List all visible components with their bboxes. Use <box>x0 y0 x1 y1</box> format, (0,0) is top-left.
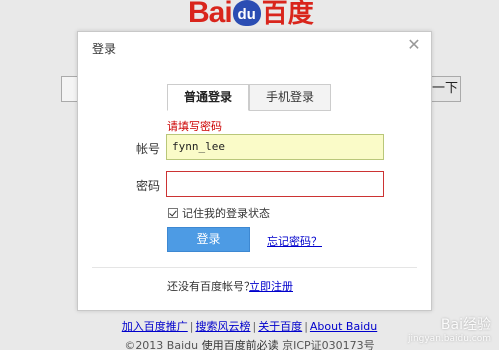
login-dialog: 登录 ✕ 普通登录 手机登录 请填写密码 帐号 fynn_lee 密码 记住我的… <box>77 31 432 311</box>
logo-bai: Bai <box>188 0 233 29</box>
footer-link-promo[interactable]: 加入百度推广 <box>122 320 188 333</box>
dialog-title: 登录 <box>92 42 117 56</box>
remember-label[interactable]: 记住我的登录状态 <box>182 205 270 221</box>
icp-text: 京ICP证030173号 <box>282 339 375 350</box>
error-message: 请填写密码 <box>167 120 222 133</box>
register-link[interactable]: 立即注册 <box>249 278 293 294</box>
footer-link-about[interactable]: 关于百度 <box>258 320 302 333</box>
divider <box>92 267 417 268</box>
password-input[interactable] <box>166 171 384 197</box>
logo-du: du <box>232 0 261 26</box>
logo-baidu-cn: 百度 <box>261 0 314 28</box>
remember-me: 记住我的登录状态 <box>168 205 270 221</box>
copyright-text: ©2013 Baidu <box>124 339 199 350</box>
no-account-text: 还没有百度帐号？ <box>167 280 255 293</box>
baidu-logo: Bai du 百度 <box>188 0 314 29</box>
login-tabs: 普通登录 手机登录 <box>167 84 331 111</box>
login-button[interactable]: 登录 <box>167 227 250 252</box>
remember-checkbox[interactable] <box>168 208 178 218</box>
username-input[interactable]: fynn_lee <box>166 134 384 160</box>
forgot-password-link[interactable]: 忘记密码？ <box>267 233 322 249</box>
watermark-text: Bai经验 <box>440 317 491 333</box>
footer-link-ranking[interactable]: 搜索风云榜 <box>195 320 250 333</box>
close-icon[interactable]: ✕ <box>407 37 421 53</box>
watermark: Bai经验 jingyan.baidu.com <box>408 318 491 346</box>
footer-link-about-en[interactable]: About Baidu <box>310 320 377 333</box>
background-search-button: 一下 <box>429 76 461 102</box>
username-label: 帐号 <box>135 142 160 156</box>
tab-normal-login[interactable]: 普通登录 <box>167 84 249 111</box>
terms-link[interactable]: 使用百度前必读 <box>202 339 279 350</box>
tab-phone-login[interactable]: 手机登录 <box>249 84 331 111</box>
watermark-url: jingyan.baidu.com <box>407 334 491 344</box>
password-label: 密码 <box>135 179 160 193</box>
